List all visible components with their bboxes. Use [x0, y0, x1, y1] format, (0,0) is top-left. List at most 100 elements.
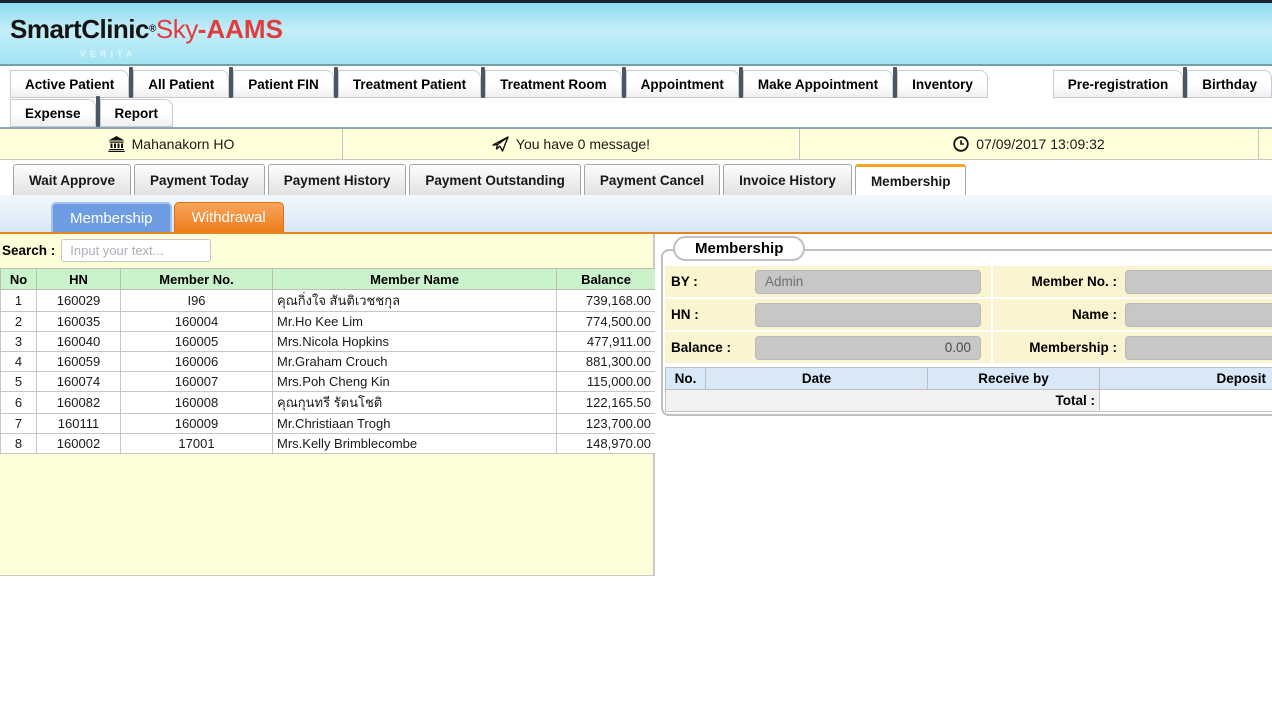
deposit-table-header: No. Date Receive by Deposit — [666, 368, 1272, 390]
table-row[interactable]: 5 160074 160007 Mrs.Poh Cheng Kin 115,00… — [1, 372, 656, 392]
main-nav-row-2: Expense Report — [0, 99, 1272, 127]
cell-member-name: คุณกุนทรี รัตนโชติ — [273, 392, 557, 414]
col-deposit-date: Date — [706, 368, 928, 390]
cell-balance: 148,970.00 — [557, 434, 656, 454]
balance-field[interactable]: 0.00 — [755, 336, 981, 360]
logo-registered-mark: ® — [149, 24, 156, 35]
tab-patient-fin[interactable]: Patient FIN — [233, 70, 334, 98]
cell-balance: 739,168.00 — [557, 290, 656, 312]
hn-field[interactable] — [755, 303, 981, 327]
cell-hn: 160074 — [37, 372, 121, 392]
membership-fieldset-legend: Membership — [673, 236, 805, 261]
tab-membership[interactable]: Membership — [855, 164, 967, 195]
cell-hn: 160040 — [37, 332, 121, 352]
tab-treatment-room[interactable]: Treatment Room — [485, 70, 622, 98]
tab-treatment-patient[interactable]: Treatment Patient — [338, 70, 481, 98]
col-member-name: Member Name — [273, 269, 557, 290]
cell-member-no: I96 — [121, 290, 273, 312]
table-row[interactable]: 1 160029 I96 คุณกิ่งใจ สันติเวชชกุล 739,… — [1, 290, 656, 312]
cell-member-no: 160004 — [121, 312, 273, 332]
send-icon — [492, 136, 509, 152]
balance-label: Balance : — [665, 340, 755, 355]
form-row-by: BY : Admin Member No. : — [665, 266, 1272, 299]
tab-report[interactable]: Report — [100, 99, 174, 127]
tab-payment-cancel[interactable]: Payment Cancel — [584, 164, 720, 195]
member-table: No HN Member No. Member Name Balance 1 1… — [0, 268, 656, 454]
tab-payment-history[interactable]: Payment History — [268, 164, 407, 195]
tab-expense[interactable]: Expense — [10, 99, 96, 127]
membership-label: Membership : — [991, 332, 1125, 363]
tab-pre-registration[interactable]: Pre-registration — [1053, 70, 1184, 98]
cell-member-name: Mrs.Nicola Hopkins — [273, 332, 557, 352]
tab-inventory[interactable]: Inventory — [897, 70, 988, 98]
message-cell[interactable]: You have 0 message! — [343, 129, 800, 159]
cell-member-name: Mr.Christiaan Trogh — [273, 414, 557, 434]
membership-field[interactable] — [1125, 336, 1272, 360]
content-area: Search : No HN Member No. Member Name Ba… — [0, 234, 1272, 576]
membership-detail-panel: Membership BY : Admin Member No. : HN : … — [655, 234, 1272, 576]
tab-make-appointment[interactable]: Make Appointment — [743, 70, 893, 98]
cell-member-no: 160006 — [121, 352, 273, 372]
col-member-no: Member No. — [121, 269, 273, 290]
tab-active-patient[interactable]: Active Patient — [10, 70, 129, 98]
form-row-hn: HN : Name : — [665, 299, 1272, 332]
table-row[interactable]: 3 160040 160005 Mrs.Nicola Hopkins 477,9… — [1, 332, 656, 352]
table-row[interactable]: 4 160059 160006 Mr.Graham Crouch 881,300… — [1, 352, 656, 372]
cell-hn: 160082 — [37, 392, 121, 414]
cell-no: 2 — [1, 312, 37, 332]
cell-hn: 160111 — [37, 414, 121, 434]
main-nav: Active Patient All Patient Patient FIN T… — [0, 66, 1272, 129]
cell-no: 7 — [1, 414, 37, 434]
col-receive-by: Receive by — [928, 368, 1100, 390]
member-no-field[interactable] — [1125, 270, 1272, 294]
cell-no: 5 — [1, 372, 37, 392]
logo-sky: Sky — [156, 14, 198, 44]
tab-all-patient[interactable]: All Patient — [133, 70, 229, 98]
table-row[interactable]: 6 160082 160008 คุณกุนทรี รัตนโชติ 122,1… — [1, 392, 656, 414]
logo-watermark: VERITA — [80, 49, 136, 59]
logo-aams: -AAMS — [198, 14, 283, 44]
cell-no: 6 — [1, 392, 37, 414]
member-table-header: No HN Member No. Member Name Balance — [1, 269, 656, 290]
member-list-panel: Search : No HN Member No. Member Name Ba… — [0, 234, 655, 576]
cell-hn: 160002 — [37, 434, 121, 454]
hn-label: HN : — [665, 307, 755, 322]
search-row: Search : — [0, 234, 653, 268]
tab-payment-outstanding[interactable]: Payment Outstanding — [409, 164, 581, 195]
tab-invoice-history[interactable]: Invoice History — [723, 164, 852, 195]
membership-sub-nav: Membership Withdrawal — [0, 195, 1272, 234]
cell-member-no: 160008 — [121, 392, 273, 414]
tab-payment-today[interactable]: Payment Today — [134, 164, 265, 195]
cell-hn: 160029 — [37, 290, 121, 312]
by-field[interactable]: Admin — [755, 270, 981, 294]
app-header: SmartClinic®Sky-AAMS VERITA — [0, 3, 1272, 66]
logo-smartclinic: SmartClinic — [10, 14, 149, 44]
membership-fieldset: Membership BY : Admin Member No. : HN : … — [661, 249, 1272, 416]
name-field[interactable] — [1125, 303, 1272, 327]
cell-member-name: Mr.Graham Crouch — [273, 352, 557, 372]
col-hn: HN — [37, 269, 121, 290]
table-row[interactable]: 2 160035 160004 Mr.Ho Kee Lim 774,500.00 — [1, 312, 656, 332]
tab-birthday[interactable]: Birthday — [1187, 70, 1272, 98]
cell-no: 4 — [1, 352, 37, 372]
search-label: Search : — [2, 243, 55, 258]
search-input[interactable] — [61, 239, 211, 262]
cell-balance: 123,700.00 — [557, 414, 656, 434]
col-balance: Balance — [557, 269, 656, 290]
table-row[interactable]: 7 160111 160009 Mr.Christiaan Trogh 123,… — [1, 414, 656, 434]
tab-appointment[interactable]: Appointment — [626, 70, 739, 98]
cell-hn: 160035 — [37, 312, 121, 332]
table-row[interactable]: 8 160002 17001 Mrs.Kelly Brimblecombe 14… — [1, 434, 656, 454]
datetime-cell: 07/09/2017 13:09:32 — [800, 129, 1259, 159]
tab-wait-approve[interactable]: Wait Approve — [13, 164, 131, 195]
tab-separator — [96, 96, 100, 127]
subtab-withdrawal[interactable]: Withdrawal — [174, 202, 284, 232]
cell-balance: 115,000.00 — [557, 372, 656, 392]
subtab-membership[interactable]: Membership — [51, 202, 172, 232]
deposit-table: No. Date Receive by Deposit Total : — [665, 367, 1272, 412]
cell-member-no: 160007 — [121, 372, 273, 392]
cell-member-no: 17001 — [121, 434, 273, 454]
branch-cell: Mahanakorn HO — [0, 129, 343, 159]
cell-no: 3 — [1, 332, 37, 352]
payment-nav: Wait Approve Payment Today Payment Histo… — [0, 160, 1272, 195]
